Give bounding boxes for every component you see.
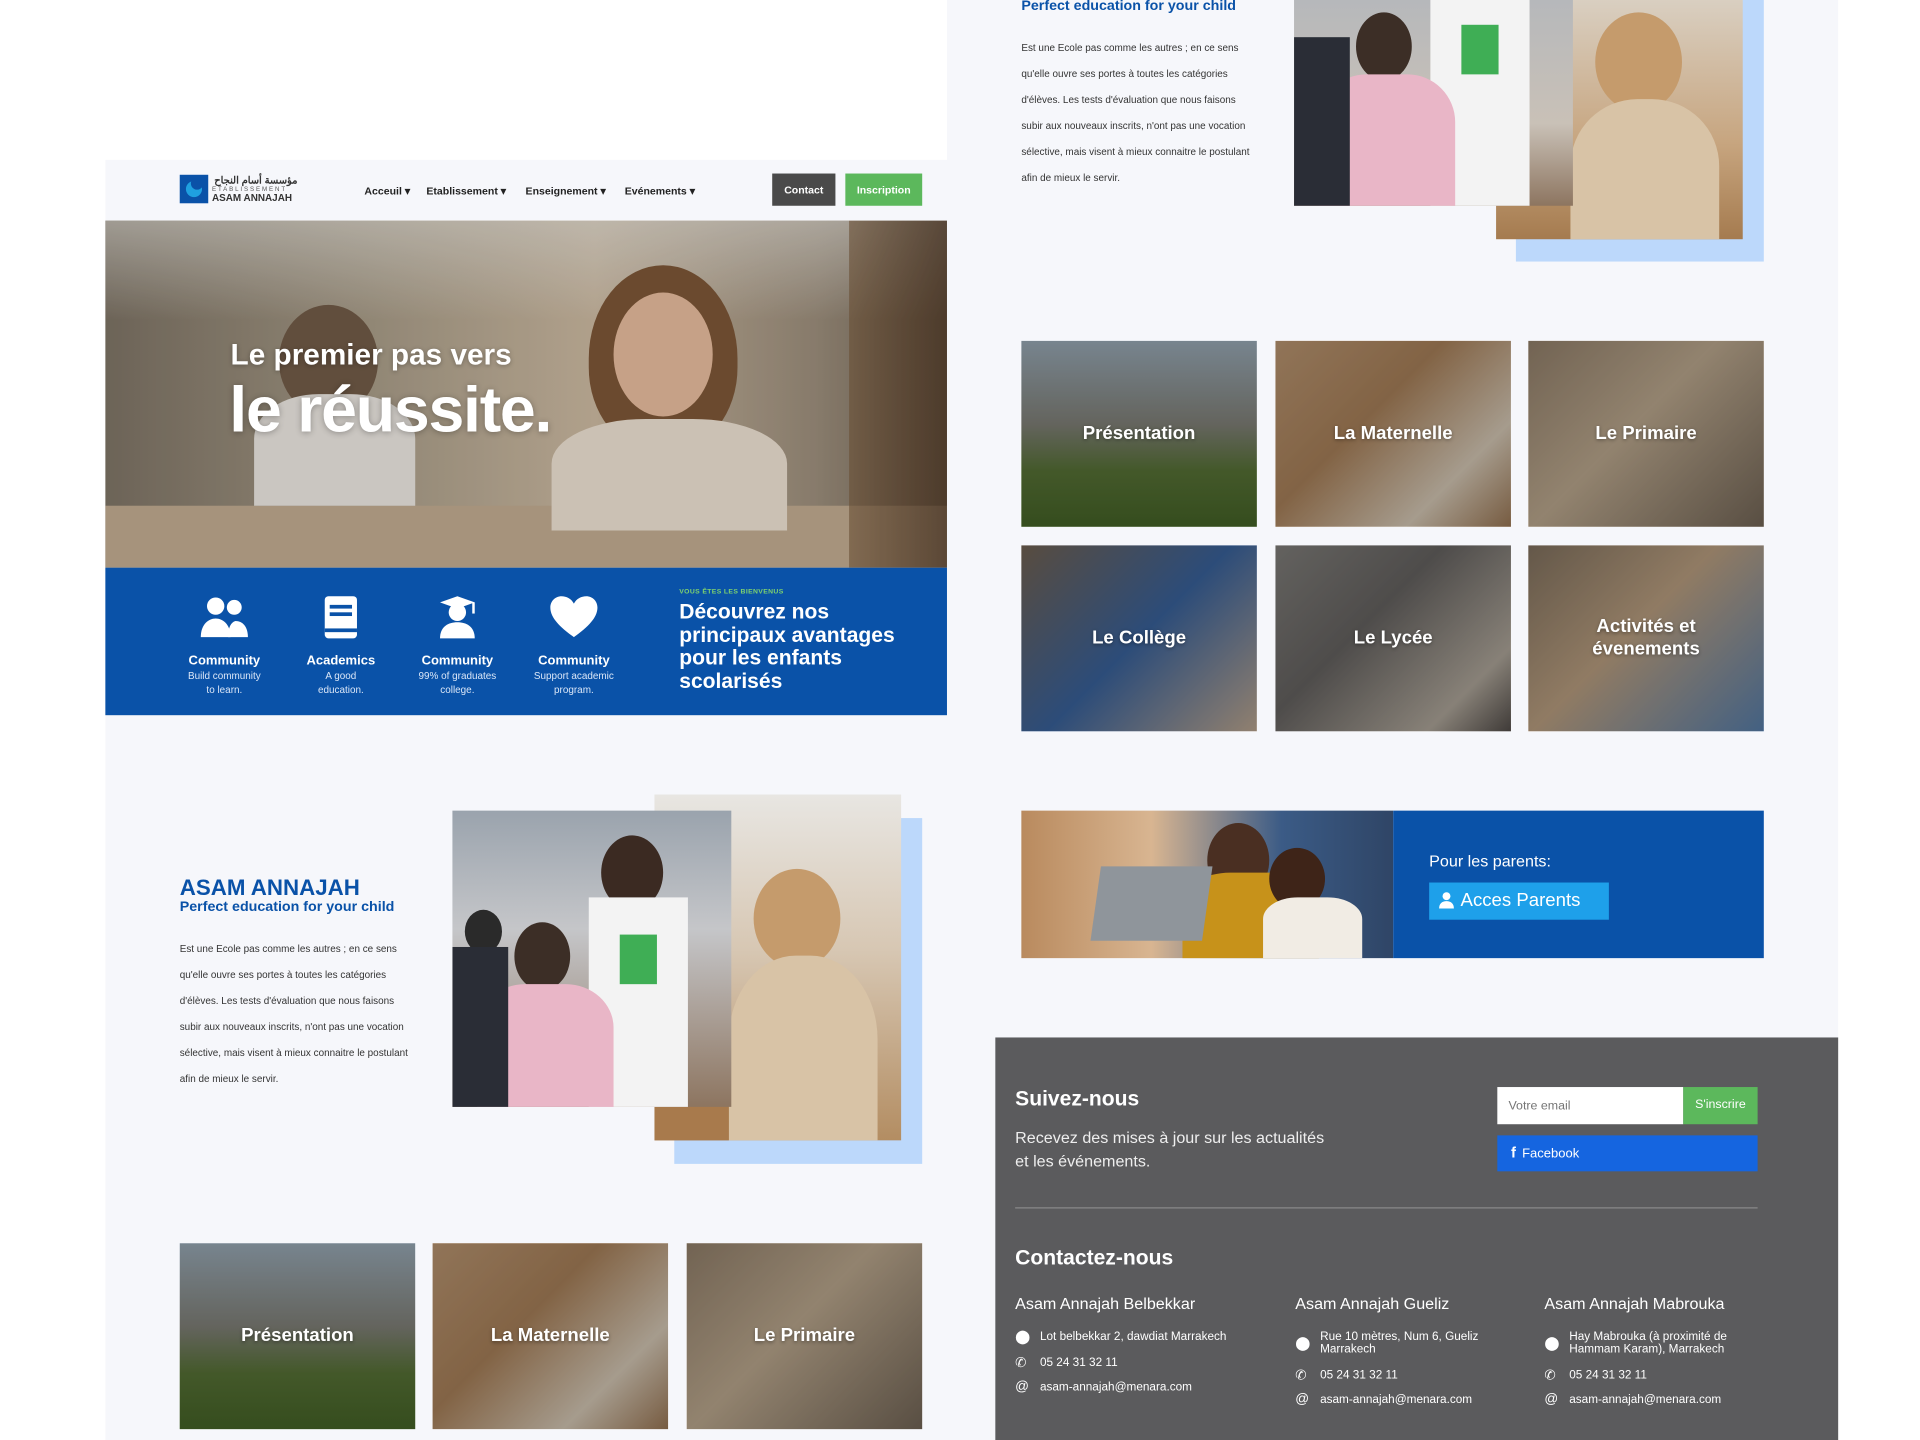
tile-presentation[interactable]: Présentation <box>179 1243 416 1430</box>
logo-emblem-icon <box>179 174 209 204</box>
tile-presentation[interactable]: Présentation <box>1021 340 1257 527</box>
chevron-down-icon: ▾ <box>600 184 606 198</box>
logo-name-text: ASAM ANNAJAH <box>211 192 293 204</box>
about-subtitle: Perfect education for your child <box>179 899 395 915</box>
user-icon <box>1439 885 1456 922</box>
site-logo[interactable]: مؤسسة أسام النجاح ETABLISSEMENT ASAM ANN… <box>179 174 297 205</box>
at-icon: @ <box>1544 1391 1559 1407</box>
branch-belbekkar: Asam Annajah Belbekkar ⬤ Lot belbekkar 2… <box>1015 1294 1227 1395</box>
facebook-icon: f <box>1510 1144 1516 1162</box>
about-photo-students <box>452 810 732 1107</box>
nav-etablissement[interactable]: Etablissement ▾ <box>426 185 506 199</box>
welcome-heading: Découvrez nos principaux avantages pour … <box>679 599 895 693</box>
parents-panel: Pour les parents: Acces Parents <box>1393 810 1764 959</box>
map-pin-icon: ⬤ <box>1544 1336 1560 1352</box>
contact-title: Contactez-nous <box>1015 1245 1174 1270</box>
at-icon: @ <box>1295 1391 1310 1407</box>
branch-mabrouka: Asam Annajah Mabrouka ⬤ Hay Mabrouka (à … <box>1544 1294 1727 1407</box>
map-pin-icon: ⬤ <box>1295 1336 1311 1352</box>
at-icon: @ <box>1015 1379 1029 1395</box>
tile-primaire[interactable]: Le Primaire <box>1528 340 1764 527</box>
phone-icon: ✆ <box>1544 1368 1556 1384</box>
users-icon <box>200 597 248 638</box>
heart-icon <box>550 596 598 638</box>
about-title: ASAM ANNAJAH <box>179 875 360 900</box>
tile-maternelle[interactable]: La Maternelle <box>1275 340 1511 527</box>
phone-icon: ✆ <box>1295 1368 1307 1384</box>
feature-academics: Academics A good education. <box>290 595 392 695</box>
logo-arabic-text: مؤسسة أسام النجاح <box>214 174 298 186</box>
hero-line1: Le premier pas vers <box>230 338 512 372</box>
inscription-button[interactable]: Inscription <box>845 173 923 206</box>
branch-email[interactable]: asam-annajah@menara.com <box>1040 1381 1192 1394</box>
hero-line2: le réussite. <box>229 374 552 447</box>
newsletter-email-input[interactable] <box>1497 1087 1684 1125</box>
feature-support: Community Support academic program. <box>523 595 625 695</box>
chevron-down-icon: ▾ <box>689 184 696 198</box>
welcome-kicker: VOUS ÊTES LES BIENVENUS <box>679 588 784 597</box>
parents-photo <box>1021 810 1394 959</box>
chevron-down-icon: ▾ <box>404 184 411 198</box>
parents-heading: Pour les parents: <box>1429 851 1551 871</box>
phone-icon: ✆ <box>1015 1356 1027 1371</box>
page-canvas: مؤسسة أسام النجاح ETABLISSEMENT ASAM ANN… <box>0 0 1920 1440</box>
branch-gueliz: Asam Annajah Gueliz ⬤ Rue 10 mètres, Num… <box>1295 1294 1479 1407</box>
nav-evenements[interactable]: Evénements ▾ <box>625 185 695 199</box>
contact-button[interactable]: Contact <box>772 173 836 206</box>
tile-college[interactable]: Le Collège <box>1021 545 1257 732</box>
branch-email[interactable]: asam-annajah@menara.com <box>1320 1394 1472 1406</box>
about-text: Est une Ecole pas comme les autres ; en … <box>179 943 408 1085</box>
tile-maternelle[interactable]: La Maternelle <box>432 1243 669 1430</box>
tile-lycee[interactable]: Le Lycée <box>1275 545 1511 732</box>
homepage-preview-right: Perfect education for your child Est une… <box>946 0 1839 1038</box>
footer-divider <box>1015 1207 1758 1209</box>
features-band: Community Build community to learn. Acad… <box>105 567 996 716</box>
graduate-icon <box>440 596 475 639</box>
tile-primaire[interactable]: Le Primaire <box>686 1243 923 1430</box>
follow-text: Recevez des mises à jour sur les actuali… <box>1015 1127 1325 1171</box>
site-footer: Suivez-nous Recevez des mises à jour sur… <box>995 1037 1839 1440</box>
about-text-top: Est une Ecole pas comme les autres ; en … <box>1021 42 1250 184</box>
homepage-preview-left: مؤسسة أسام النجاح ETABLISSEMENT ASAM ANN… <box>105 159 996 1440</box>
tile-activites[interactable]: Activités et évenements <box>1528 545 1764 732</box>
feature-community: Community Build community to learn. <box>174 595 276 695</box>
acces-parents-button[interactable]: Acces Parents <box>1429 882 1609 922</box>
about-subtitle-top: Perfect education for your child <box>1021 0 1236 14</box>
about-photo-students-top <box>1294 0 1573 206</box>
feature-graduates: Community 99% of graduates college. <box>407 595 509 695</box>
nav-enseignement[interactable]: Enseignement ▾ <box>526 185 606 199</box>
branch-email[interactable]: asam-annajah@menara.com <box>1569 1394 1721 1406</box>
follow-title: Suivez-nous <box>1015 1087 1140 1111</box>
subscribe-button[interactable]: S'inscrire <box>1683 1087 1758 1125</box>
book-icon <box>324 596 357 639</box>
chevron-down-icon: ▾ <box>500 184 507 198</box>
map-pin-icon: ⬤ <box>1015 1329 1031 1345</box>
nav-acceuil[interactable]: Acceuil ▾ <box>364 185 410 199</box>
facebook-button[interactable]: f Facebook <box>1497 1135 1758 1172</box>
